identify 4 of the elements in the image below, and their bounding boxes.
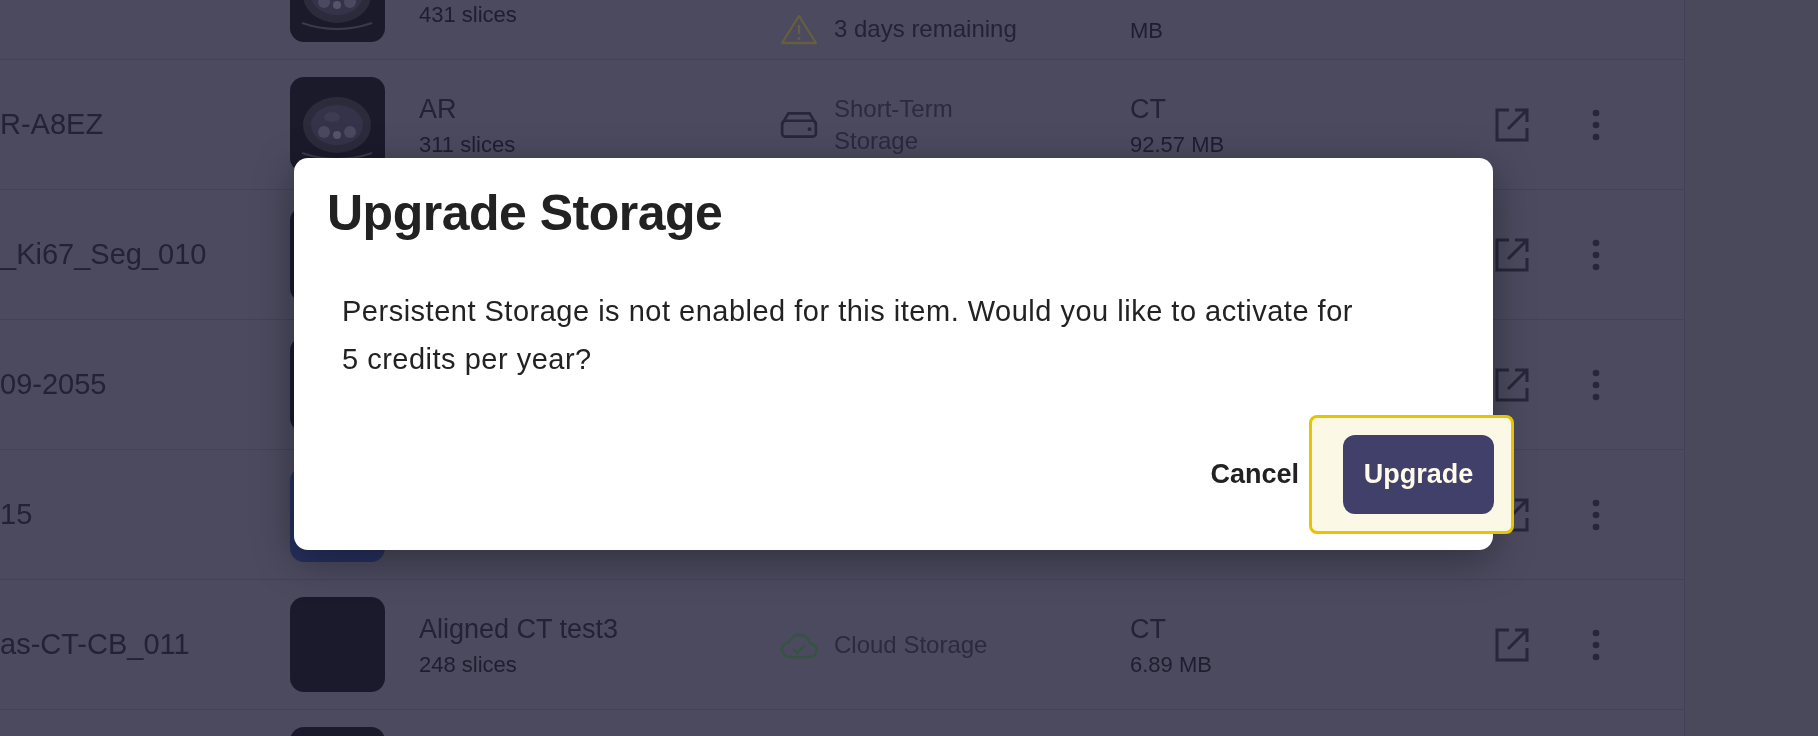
upgrade-button[interactable]: Upgrade — [1343, 435, 1494, 514]
cancel-button[interactable]: Cancel — [1208, 454, 1301, 495]
dialog-message: Persistent Storage is not enabled for this item. Would you like to activate for 5 credits per year? — [342, 294, 1354, 377]
dialog-title: Upgrade Storage — [327, 184, 723, 243]
